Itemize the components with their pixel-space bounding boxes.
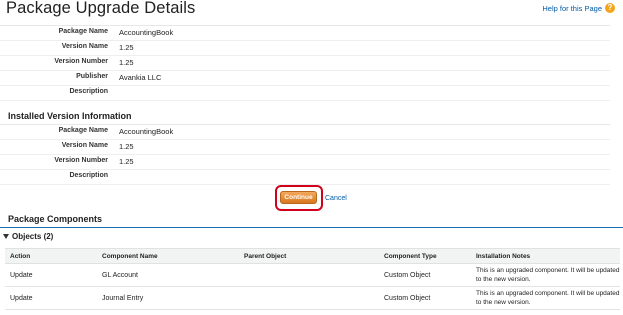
cell-parent-object xyxy=(239,286,379,310)
detail-value: 1.25 xyxy=(119,43,134,52)
detail-row: Package Name AccountingBook xyxy=(0,25,610,41)
triangle-down-icon[interactable] xyxy=(3,234,9,239)
table-row: Update GL Account Custom Object This is … xyxy=(5,263,620,287)
continue-button[interactable]: Continue xyxy=(280,191,317,204)
objects-section-toggle[interactable]: Objects (2) xyxy=(3,232,53,241)
detail-row: Publisher Avankia LLC xyxy=(0,71,610,86)
question-icon[interactable]: ? xyxy=(605,3,615,13)
continue-highlight: Continue xyxy=(275,185,323,211)
detail-label: Package Name xyxy=(58,127,108,134)
package-components-title: Package Components xyxy=(8,214,103,224)
column-header-component-name: Component Name xyxy=(97,248,239,264)
detail-value: AccountingBook xyxy=(119,28,174,37)
detail-row: Version Number 1.25 xyxy=(0,56,610,71)
cell-component-name: GL Account xyxy=(97,263,239,287)
detail-row: Description xyxy=(0,86,610,101)
cell-action: Update xyxy=(5,286,97,310)
detail-label: Publisher xyxy=(76,73,108,80)
package-details-table: Package Name AccountingBook Version Name… xyxy=(0,25,610,101)
components-table: Action Component Name Parent Object Comp… xyxy=(5,248,620,310)
detail-value: Avankia LLC xyxy=(119,73,162,82)
objects-section-label[interactable]: Objects (2) xyxy=(12,232,53,241)
column-header-installation-notes: Installation Notes xyxy=(471,248,620,264)
detail-row: Version Name 1.25 xyxy=(0,140,610,155)
cell-installation-notes: This is an upgraded component. It will b… xyxy=(471,286,620,310)
detail-row: Package Name AccountingBook xyxy=(0,124,610,140)
detail-label: Version Name xyxy=(61,142,108,149)
cell-parent-object xyxy=(239,263,379,287)
detail-value: 1.25 xyxy=(119,58,134,67)
cell-action: Update xyxy=(5,263,97,287)
installed-version-title: Installed Version Information xyxy=(8,111,132,121)
table-row: Update Journal Entry Custom Object This … xyxy=(5,286,620,310)
detail-value: AccountingBook xyxy=(119,127,174,136)
column-header-parent-object: Parent Object xyxy=(239,248,379,264)
cell-component-type: Custom Object xyxy=(379,263,471,287)
help-link-label[interactable]: Help for this Page xyxy=(542,4,602,13)
installed-version-table: Package Name AccountingBook Version Name… xyxy=(0,124,610,185)
detail-label: Version Name xyxy=(61,43,108,50)
cell-installation-notes: This is an upgraded component. It will b… xyxy=(471,263,620,287)
detail-row: Version Name 1.25 xyxy=(0,41,610,56)
detail-value: 1.25 xyxy=(119,142,134,151)
detail-label: Version Number xyxy=(54,58,108,65)
cell-component-name: Journal Entry xyxy=(97,286,239,310)
column-header-action: Action xyxy=(5,248,97,264)
detail-label: Description xyxy=(69,88,108,95)
detail-value: 1.25 xyxy=(119,157,134,166)
detail-row: Description xyxy=(0,170,610,185)
cell-component-type: Custom Object xyxy=(379,286,471,310)
column-header-component-type: Component Type xyxy=(379,248,471,264)
table-header-row: Action Component Name Parent Object Comp… xyxy=(5,248,620,264)
detail-row: Version Number 1.25 xyxy=(0,155,610,170)
detail-label: Package Name xyxy=(58,28,108,35)
cancel-link[interactable]: Cancel xyxy=(325,195,347,202)
detail-label: Version Number xyxy=(54,157,108,164)
page-title: Package Upgrade Details xyxy=(6,0,196,17)
section-divider xyxy=(0,227,623,228)
help-link[interactable]: Help for this Page ? xyxy=(542,3,615,13)
detail-label: Description xyxy=(69,172,108,179)
